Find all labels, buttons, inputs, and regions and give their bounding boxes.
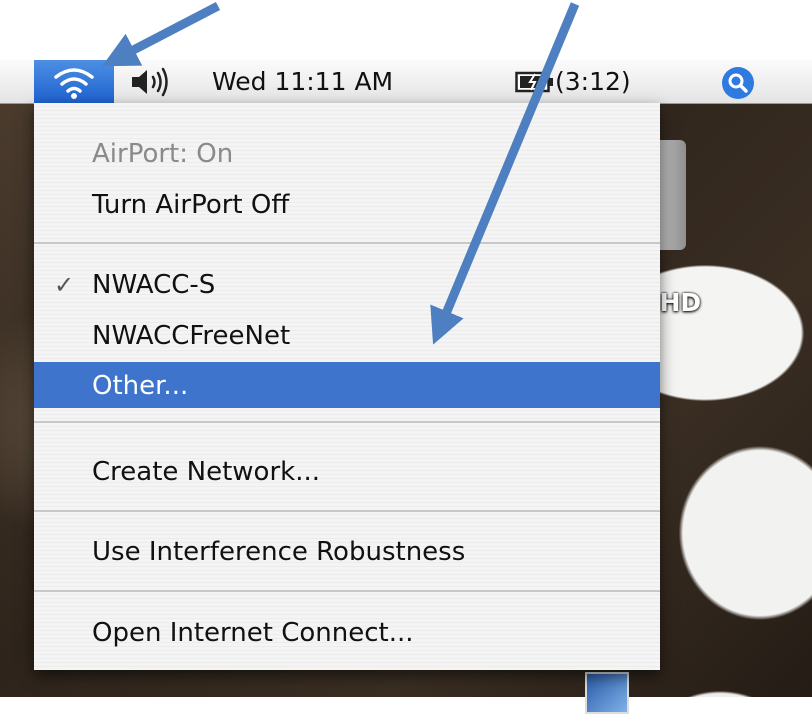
menu-item-label: NWACCFreeNet [92,321,291,351]
menubar-clock[interactable]: Wed 11:11 AM [212,67,393,96]
menu-item-open-internet-connect[interactable]: Open Internet Connect... [34,609,660,655]
menu-separator [34,421,660,423]
menu-item-label: NWACC-S [92,270,216,300]
menu-item-interference-robustness[interactable]: Use Interference Robustness [34,528,660,574]
menu-item-label: AirPort: On [92,139,234,169]
menu-item-airport-status: AirPort: On [34,130,660,176]
volume-icon[interactable] [128,66,178,98]
menu-item-label: Use Interference Robustness [92,537,466,567]
airport-menu: AirPort: On Turn AirPort Off ✓ NWACC-S N… [34,103,660,670]
menu-item-label: Create Network... [92,457,321,487]
arrow-to-airport-icon [102,2,221,67]
menu-item-label: Open Internet Connect... [92,618,414,648]
menu-item-network-nwaccfreenet[interactable]: NWACCFreeNet [34,312,660,358]
hard-drive-icon[interactable] [660,140,686,250]
checkmark-icon: ✓ [54,271,75,299]
menu-item-label: Other... [92,371,189,401]
menu-item-label: Turn AirPort Off [92,190,290,220]
menu-bar [0,60,812,104]
menu-item-other[interactable]: Other... [34,362,660,408]
spotlight-search-icon[interactable] [721,66,755,100]
menu-separator [34,510,660,512]
photo-icon[interactable] [585,672,629,714]
battery-time: (3:12) [555,67,631,96]
battery-icon[interactable] [515,70,555,94]
page-margin [0,697,812,717]
wifi-icon [54,68,94,99]
menu-separator [34,242,660,244]
airport-menu-extra[interactable] [34,60,114,103]
menu-item-turn-airport-off[interactable]: Turn AirPort Off [34,181,660,227]
menu-item-create-network[interactable]: Create Network... [34,448,660,494]
menu-separator [34,590,660,592]
menu-item-network-nwacc-s[interactable]: ✓ NWACC-S [34,261,660,307]
